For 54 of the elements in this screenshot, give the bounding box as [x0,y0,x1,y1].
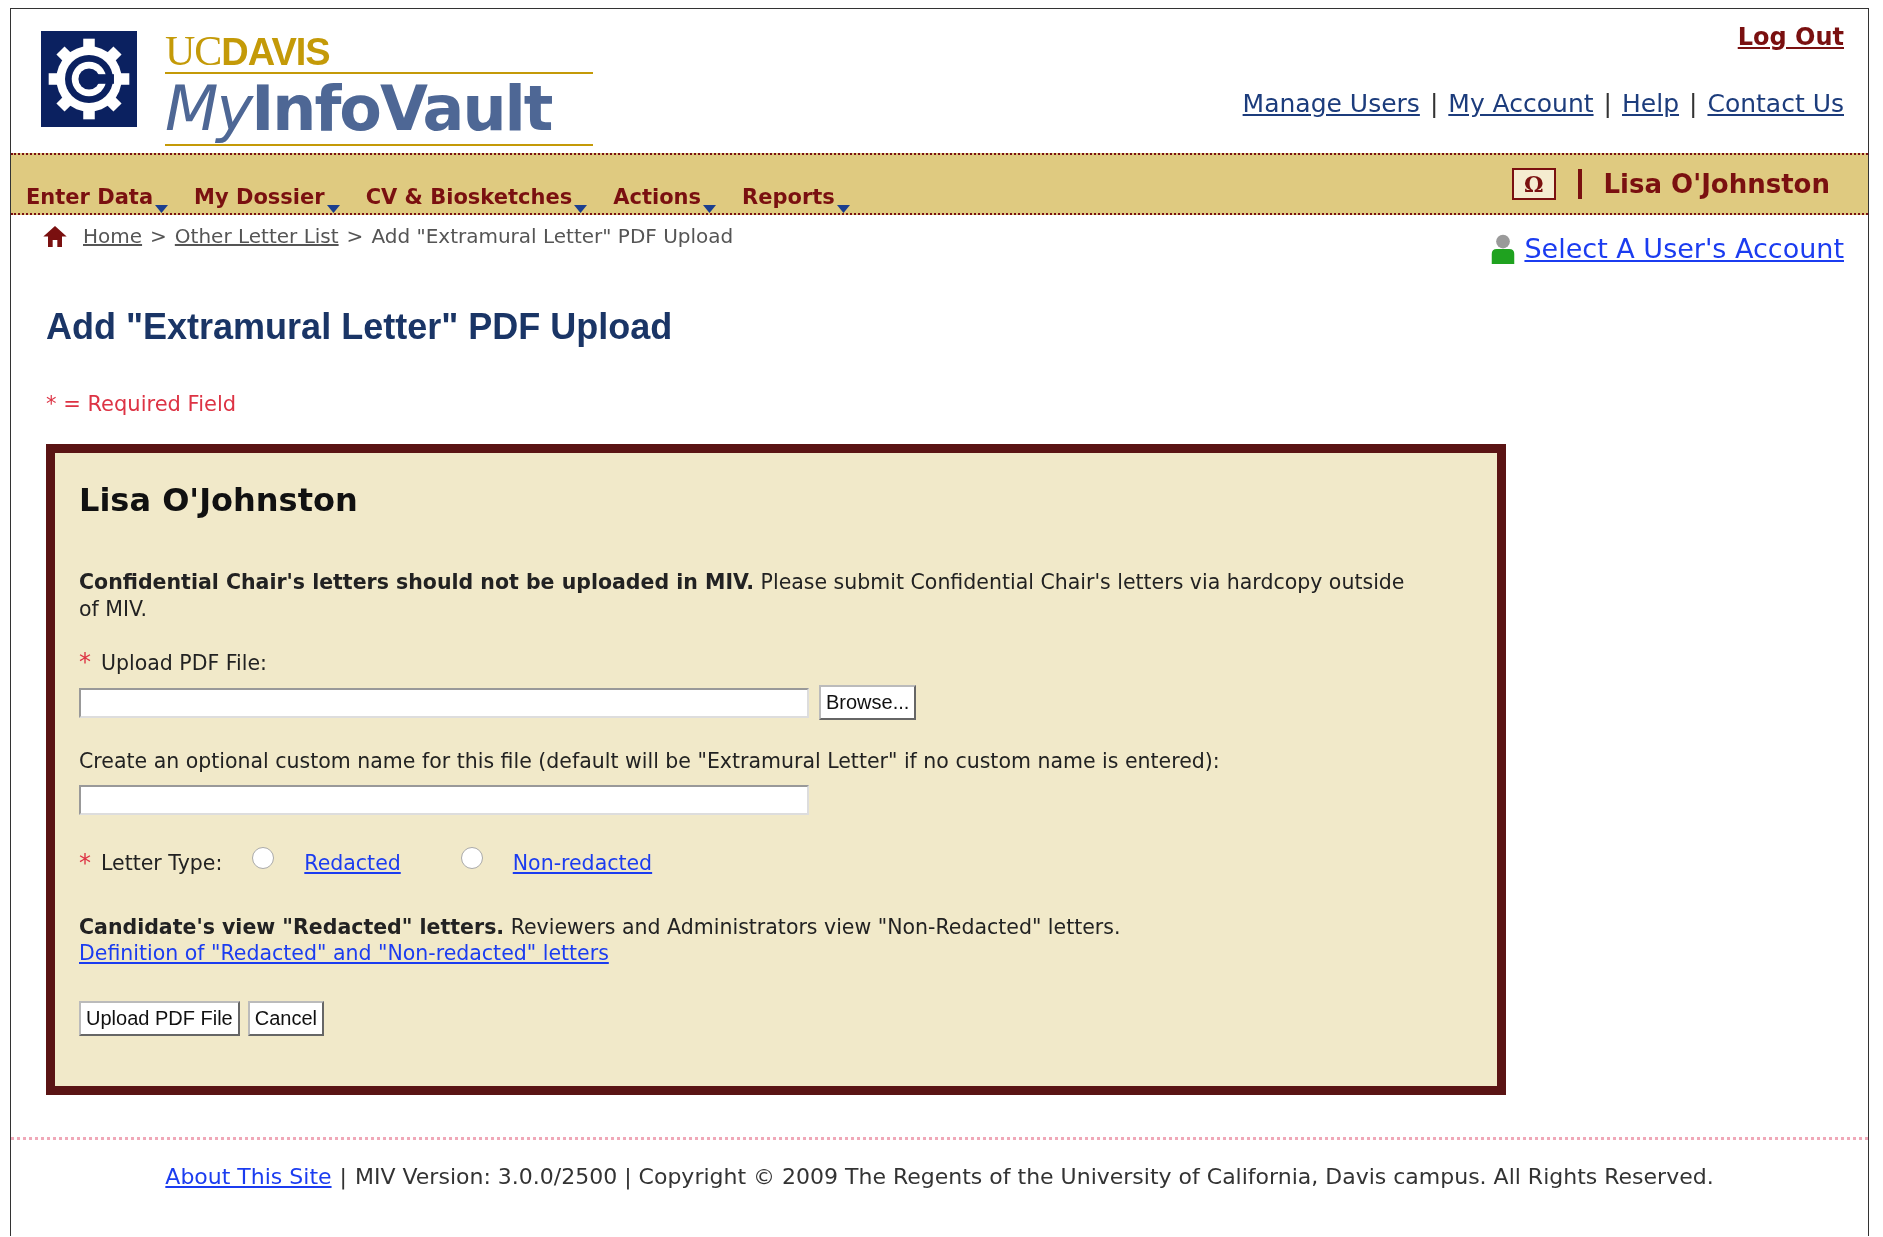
myinfovault-logo-text: MyInfoVault [165,74,593,146]
letter-type-link[interactable]: Non-redacted [512,851,653,875]
user-icon [1490,234,1517,264]
browse-button[interactable]: Browse... [819,685,917,720]
upload-button[interactable]: Upload PDF File [79,1001,240,1036]
link-separator: | [1603,89,1612,118]
dropdown-caret-icon [574,205,588,213]
log-out-link[interactable]: Log Out [1737,23,1844,51]
user-name: Lisa O'Johnston [1603,169,1830,199]
breadcrumb-link[interactable]: Other Letter List [174,224,339,248]
required-mark: * [79,651,91,675]
radio-button[interactable] [460,847,483,869]
definition-link[interactable]: Definition of "Redacted" and "Non-redacted" letters [79,941,609,965]
notice-text: Confidential Chair's letters should not be uploaded in MIV. Please submit Confidential Chair's letters via hardcopy outside of MIV. [79,569,1406,623]
dropdown-caret-icon [703,205,716,213]
link-separator: | [1689,89,1698,118]
breadcrumb-separator: > [150,224,167,248]
file-path-field[interactable] [79,687,809,718]
breadcrumb-link[interactable]: Home [83,224,143,248]
menu-item[interactable]: Reports [742,185,850,209]
menu-item[interactable]: My Dossier [194,185,340,209]
home-icon [43,225,67,247]
menu-item[interactable]: Enter Data [26,185,169,209]
field-label: Letter Type: [101,851,223,875]
breadcrumb-separator: > [346,224,364,248]
person-name: Lisa O'Johnston [79,481,359,519]
letter-type-link[interactable]: Redacted [304,851,401,875]
footer-separator: | [339,1164,347,1189]
gear-logo-icon [41,31,137,127]
breadcrumb-current: Add "Extramural Letter" PDF Upload [371,224,734,248]
about-link[interactable]: About This Site [165,1164,332,1189]
footer-text: MIV Version: 3.0.0/2500 | Copyright © 2009 The Regents of the University of California, Davis campus. All Rights Reserved. [355,1164,1714,1189]
field-label: Create an optional custom name for this file (default will be "Extramural Letter" if no custom name is entered): [79,748,1220,775]
header-link[interactable]: Contact Us [1707,89,1844,118]
menu-item[interactable]: CV & Biosketches [365,185,588,209]
info-text: Candidate's view "Redacted" letters. Reviewers and Administrators view "Non-Redacted" letters. [79,915,1122,939]
dropdown-caret-icon [155,205,169,213]
uc-davis-logo-text: UCDAVIS [165,31,593,74]
page-title: Add "Extramural Letter" PDF Upload [46,306,674,348]
radio-button[interactable] [252,847,275,869]
required-mark: * [79,852,91,874]
dropdown-caret-icon [836,205,850,213]
required-field-note: * = Required Field [46,392,238,416]
header-link[interactable]: Help [1622,89,1679,118]
field-label: Upload PDF File: [101,651,267,675]
special-characters-button[interactable]: Ω [1511,168,1556,200]
link-separator: | [1429,89,1439,118]
menu-item[interactable]: Actions [613,185,716,209]
header-link[interactable]: My Account [1448,89,1594,118]
select-account-link[interactable]: Select A User's Account [1524,233,1844,264]
cancel-button[interactable]: Cancel [247,1001,324,1036]
custom-name-field[interactable] [79,785,809,815]
dropdown-caret-icon [326,205,340,213]
header-link[interactable]: Manage Users [1242,89,1420,118]
